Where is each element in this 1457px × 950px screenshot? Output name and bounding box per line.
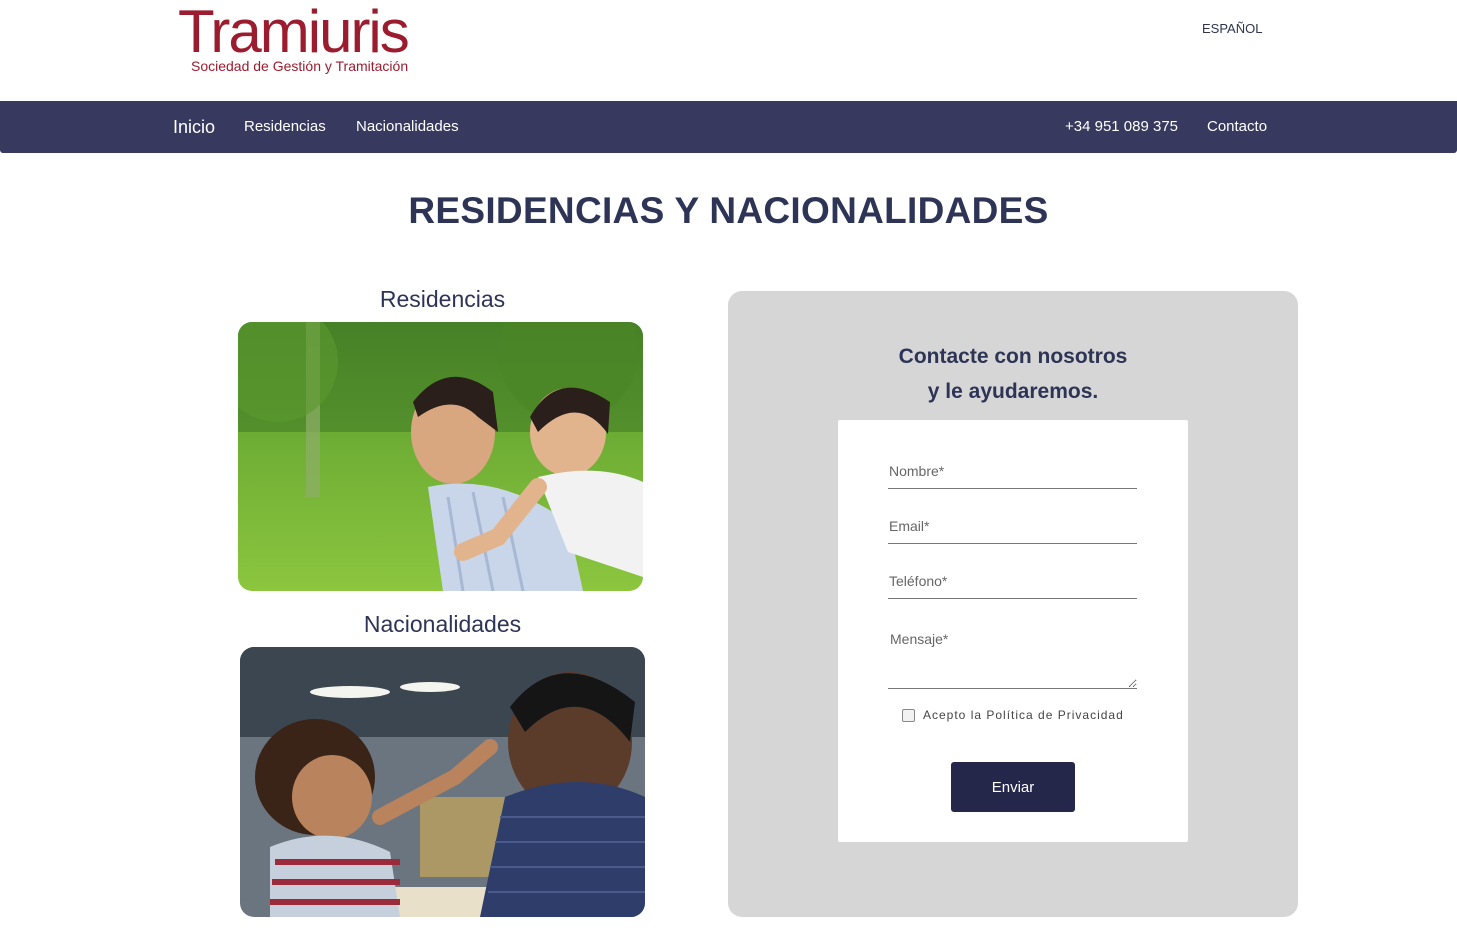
email-field[interactable] xyxy=(888,508,1137,544)
nacionalidades-photo[interactable] xyxy=(240,647,645,917)
nav-item-inicio[interactable]: Inicio xyxy=(173,101,215,153)
card-title-nacionalidades[interactable]: Nacionalidades xyxy=(240,611,645,638)
language-selector[interactable]: ESPAÑOL xyxy=(1202,21,1262,36)
contact-heading-line1: Contacte con nosotros xyxy=(898,345,1128,368)
logo[interactable]: Tramiuris Sociedad de Gestión y Tramitac… xyxy=(178,2,428,78)
nav-item-residencias[interactable]: Residencias xyxy=(244,101,326,153)
nav-item-nacionalidades[interactable]: Nacionalidades xyxy=(356,101,459,153)
page-title: RESIDENCIAS Y NACIONALIDADES xyxy=(408,190,1049,231)
contact-form: Acepto la Política de Privacidad Enviar xyxy=(838,420,1188,842)
privacy-label[interactable]: Acepto la Política de Privacidad xyxy=(923,708,1124,722)
logo-tagline: Sociedad de Gestión y Tramitación xyxy=(191,58,409,74)
checkbox-icon[interactable] xyxy=(902,708,915,722)
submit-button[interactable]: Enviar xyxy=(951,762,1075,812)
nav-phone-link[interactable]: +34 951 089 375 xyxy=(1065,101,1178,153)
message-field[interactable] xyxy=(888,627,1137,689)
contact-heading: Contacte con nosotros y le ayudaremos. xyxy=(728,339,1298,409)
nav-item-contacto[interactable]: Contacto xyxy=(1207,101,1267,153)
residencias-photo[interactable] xyxy=(238,322,643,591)
name-field[interactable] xyxy=(888,453,1137,489)
card-title-residencias[interactable]: Residencias xyxy=(240,286,645,313)
phone-field[interactable] xyxy=(888,563,1137,599)
contact-panel: Contacte con nosotros y le ayudaremos. A… xyxy=(728,291,1298,917)
page: Tramiuris Sociedad de Gestión y Tramitac… xyxy=(0,0,1457,950)
logo-name: Tramiuris xyxy=(178,0,410,65)
contact-heading-line2: y le ayudaremos. xyxy=(927,380,1099,403)
privacy-consent[interactable]: Acepto la Política de Privacidad xyxy=(902,708,1124,722)
main-nav: Inicio Residencias Nacionalidades +34 95… xyxy=(0,101,1457,153)
